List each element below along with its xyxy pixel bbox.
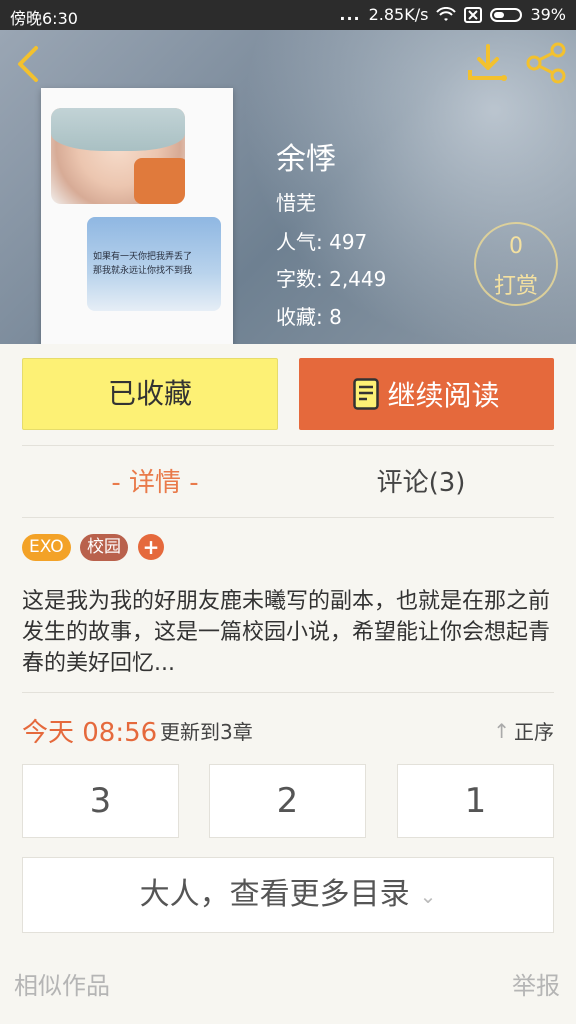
chapter-item[interactable]: 1 [397,764,554,838]
cover-quote-line2: 那我就永远让你找不到我 [93,266,193,276]
continue-reading-label: 继续阅读 [387,379,500,412]
collected-button[interactable]: 已收藏 [22,358,278,430]
similar-works-link[interactable]: 相似作品 [14,966,110,1001]
tip-button[interactable]: 0 打赏 [474,222,558,306]
status-right: ... 2.85K/s 39% [339,5,566,24]
stat-favorites: 收藏: 8 [276,305,342,329]
update-status: 更新到3章 [160,720,253,744]
tab-comments[interactable]: 评论(3) [288,462,554,499]
sort-order-label: 正序 [514,720,554,744]
stat-word-count: 字数: 2,449 [276,267,387,291]
status-time: 傍晚6:30 [10,9,78,28]
battery-icon [490,7,523,22]
battery-percent: 39% [530,5,566,24]
update-date: 今天 08:56 [22,718,158,748]
tag-exo[interactable]: EXO [22,534,71,561]
cover-quote-line1: 如果有一天你把我弄丢了 [93,252,193,262]
chapter-item[interactable]: 3 [22,764,179,838]
cover-quote-card: 如果有一天你把我弄丢了 那我就永远让你找不到我 [87,217,221,311]
tip-count: 0 [509,234,523,259]
report-link[interactable]: 举报 [512,966,560,1001]
sort-arrow-icon: ↑ [493,718,510,743]
status-bar: 傍晚6:30 ... 2.85K/s 39% [0,0,576,30]
book-author[interactable]: 惜芜 [276,187,316,216]
book-header: 如果有一天你把我弄丢了 那我就永远让你找不到我 余悸 惜芜 人气: 497 字数… [0,30,576,344]
divider [22,517,554,518]
continue-reading-button[interactable]: 继续阅读 [299,358,554,430]
network-speed: 2.85K/s [368,5,429,24]
sort-order-button[interactable]: ↑ 正序 [493,716,554,745]
add-tag-button[interactable]: + [138,534,164,560]
share-icon[interactable] [524,42,568,84]
wifi-icon [436,6,457,21]
chevron-down-icon: ⌄ [419,883,437,908]
tip-label: 打赏 [493,274,538,299]
book-icon [353,378,380,410]
book-description[interactable]: 这是我为我的好朋友鹿未曦写的副本，也就是在那之前发生的故事，这是一篇校园小说，希… [22,586,554,679]
stat-popularity: 人气: 497 [276,230,368,254]
sim-icon [464,6,483,23]
book-title: 余悸 [276,142,336,177]
chapter-item[interactable]: 2 [209,764,366,838]
status-dots: ... [339,5,361,24]
divider [22,445,554,446]
divider [22,692,554,693]
download-icon[interactable] [466,44,510,84]
tag-school[interactable]: 校园 [80,534,128,561]
tab-details[interactable]: - 详情 - [22,462,288,499]
more-catalog-button[interactable]: 大人，查看更多目录 ⌄ [22,857,554,933]
back-icon[interactable] [12,44,46,84]
book-cover[interactable]: 如果有一天你把我弄丢了 那我就永远让你找不到我 [41,88,233,344]
more-catalog-label: 大人，查看更多目录 [139,877,410,912]
cover-illustration [51,108,185,204]
